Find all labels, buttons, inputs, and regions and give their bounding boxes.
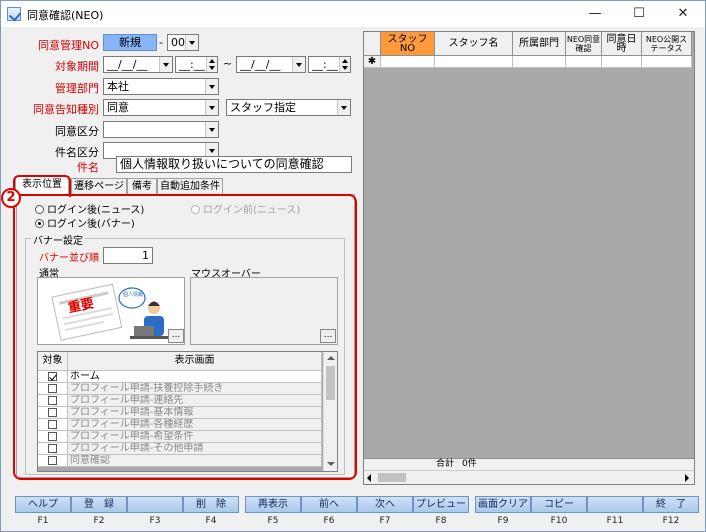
period-start-time[interactable]: __:__ xyxy=(175,56,218,73)
f3-key-label: F3 xyxy=(149,516,161,526)
function-key-bar: ヘルプ 登 録 削 除 再表示 前へ 次へ プレビュー 画面クリア コピー 終 … xyxy=(1,495,705,532)
exit-button[interactable]: 終 了 xyxy=(643,496,699,513)
chevron-down-icon[interactable] xyxy=(337,100,350,115)
consent-no-sub-select[interactable]: 000 xyxy=(167,34,199,51)
grid-corner xyxy=(364,32,381,56)
period-tilde: ~ xyxy=(223,57,233,70)
notice-type-select[interactable]: 同意 xyxy=(103,99,219,116)
subject-label: 件名 xyxy=(77,161,99,174)
consent-category-label: 同意区分 xyxy=(55,125,99,138)
notice-type-value: 同意 xyxy=(107,101,129,114)
calendar-dropdown-icon[interactable] xyxy=(292,57,305,72)
period-end-date-value: __/__/__ xyxy=(240,58,281,71)
period-start-date[interactable]: __/__/__ xyxy=(103,56,173,73)
staff-grid: スタッフNO スタッフ名 所属部門 NEO同意確認 同意日時 NEO公開ステータ… xyxy=(363,31,695,485)
f9-key-label: F9 xyxy=(497,516,509,526)
delete-button[interactable]: 削 除 xyxy=(183,496,239,513)
new-row-marker: ✱ xyxy=(364,56,381,68)
close-button[interactable]: ✕ xyxy=(661,1,705,27)
new-row-staff-no[interactable] xyxy=(381,56,435,68)
help-button[interactable]: ヘルプ xyxy=(15,496,71,513)
period-end-date[interactable]: __/__/__ xyxy=(236,56,306,73)
column-staff-name[interactable]: スタッフ名 xyxy=(435,32,513,56)
window-title: 同意確認(NEO) xyxy=(27,9,104,22)
f10-key-label: F10 xyxy=(550,516,568,526)
spin-updown-icon[interactable] xyxy=(206,57,217,72)
annotation-badge: 2 xyxy=(1,188,21,208)
minimize-button[interactable]: — xyxy=(573,1,617,27)
f7-key-label: F7 xyxy=(379,516,391,526)
consent-no-field[interactable]: 新規 xyxy=(103,34,157,51)
next-button[interactable]: 次へ xyxy=(357,496,413,513)
chevron-down-icon[interactable] xyxy=(205,100,218,115)
column-consent-datetime[interactable]: 同意日時 xyxy=(602,32,642,56)
new-row-neo-consent[interactable] xyxy=(566,56,602,68)
column-neo-consent[interactable]: NEO同意確認 xyxy=(566,32,602,56)
f1-key-label: F1 xyxy=(37,516,49,526)
refresh-button[interactable]: 再表示 xyxy=(245,496,301,513)
f6-key-label: F6 xyxy=(323,516,335,526)
scroll-right-icon[interactable] xyxy=(685,474,689,482)
consent-no-dash: - xyxy=(159,36,163,49)
f11-key-label: F11 xyxy=(606,516,624,526)
tab-remarks[interactable]: 備考 xyxy=(127,178,157,195)
spin-updown-icon[interactable] xyxy=(339,57,350,72)
period-end-time[interactable]: __:__ xyxy=(308,56,351,73)
consent-confirm-window: 同意確認(NEO) — ☐ ✕ 同意管理NO 新規 - 000 対象期間 __/… xyxy=(0,0,706,532)
consent-no-label: 同意管理NO xyxy=(38,39,99,52)
new-row-department[interactable] xyxy=(513,56,566,68)
notice-target-value: スタッフ指定 xyxy=(230,101,296,114)
app-checkmark-icon xyxy=(7,7,21,21)
maximize-button[interactable]: ☐ xyxy=(617,1,661,27)
clear-screen-button[interactable]: 画面クリア xyxy=(475,496,531,513)
chevron-down-icon[interactable] xyxy=(205,122,218,137)
tab-transition-page[interactable]: 遷移ページ xyxy=(71,178,127,195)
chevron-down-icon[interactable] xyxy=(205,79,218,94)
f5-key-label: F5 xyxy=(267,516,279,526)
f4-key-label: F4 xyxy=(205,516,217,526)
total-row: 合計 0件 xyxy=(364,458,694,470)
new-row-staff-name[interactable] xyxy=(435,56,513,68)
grid-horizontal-scrollbar[interactable] xyxy=(364,470,694,484)
h-scroll-thumb[interactable] xyxy=(378,473,406,482)
column-department[interactable]: 所属部門 xyxy=(513,32,566,56)
subject-input[interactable]: 個人情報取り扱いについての同意確認 xyxy=(116,156,352,173)
f11-button[interactable] xyxy=(587,496,643,513)
consent-category-select[interactable] xyxy=(103,121,219,138)
column-staff-no[interactable]: スタッフNO xyxy=(381,32,435,56)
chevron-down-icon[interactable] xyxy=(185,35,198,50)
copy-button[interactable]: コピー xyxy=(531,496,587,513)
dept-label: 管理部門 xyxy=(55,82,99,95)
f8-key-label: F8 xyxy=(435,516,447,526)
subject-category-label: 件名区分 xyxy=(55,146,99,159)
dept-select[interactable]: 本社 xyxy=(103,78,219,95)
notice-target-select[interactable]: スタッフ指定 xyxy=(226,99,351,116)
notice-type-label: 同意告知種別 xyxy=(33,103,99,116)
tab-auto-add-conditions[interactable]: 自動追加条件 xyxy=(157,178,223,195)
calendar-dropdown-icon[interactable] xyxy=(159,57,172,72)
period-start-time-value: __:__ xyxy=(179,58,205,71)
preview-button[interactable]: プレビュー xyxy=(413,496,469,513)
dept-value: 本社 xyxy=(107,80,129,93)
period-end-time-value: __:__ xyxy=(312,58,338,71)
annotation-panel-highlight xyxy=(13,194,357,480)
new-row-consent-datetime[interactable] xyxy=(602,56,642,68)
column-neo-publish-status[interactable]: NEO公開ステータス xyxy=(642,32,692,56)
scroll-left-icon[interactable] xyxy=(367,474,371,482)
period-start-date-value: __/__/__ xyxy=(107,58,148,71)
f2-key-label: F2 xyxy=(93,516,105,526)
f12-key-label: F12 xyxy=(662,516,680,526)
previous-button[interactable]: 前へ xyxy=(301,496,357,513)
f3-button[interactable] xyxy=(127,496,183,513)
title-bar: 同意確認(NEO) — ☐ ✕ xyxy=(1,1,705,27)
register-button[interactable]: 登 録 xyxy=(71,496,127,513)
new-row-publish-status[interactable] xyxy=(642,56,692,68)
period-label: 対象期間 xyxy=(55,60,99,73)
total-label: 合計 xyxy=(436,459,455,469)
total-value: 0件 xyxy=(462,459,477,469)
